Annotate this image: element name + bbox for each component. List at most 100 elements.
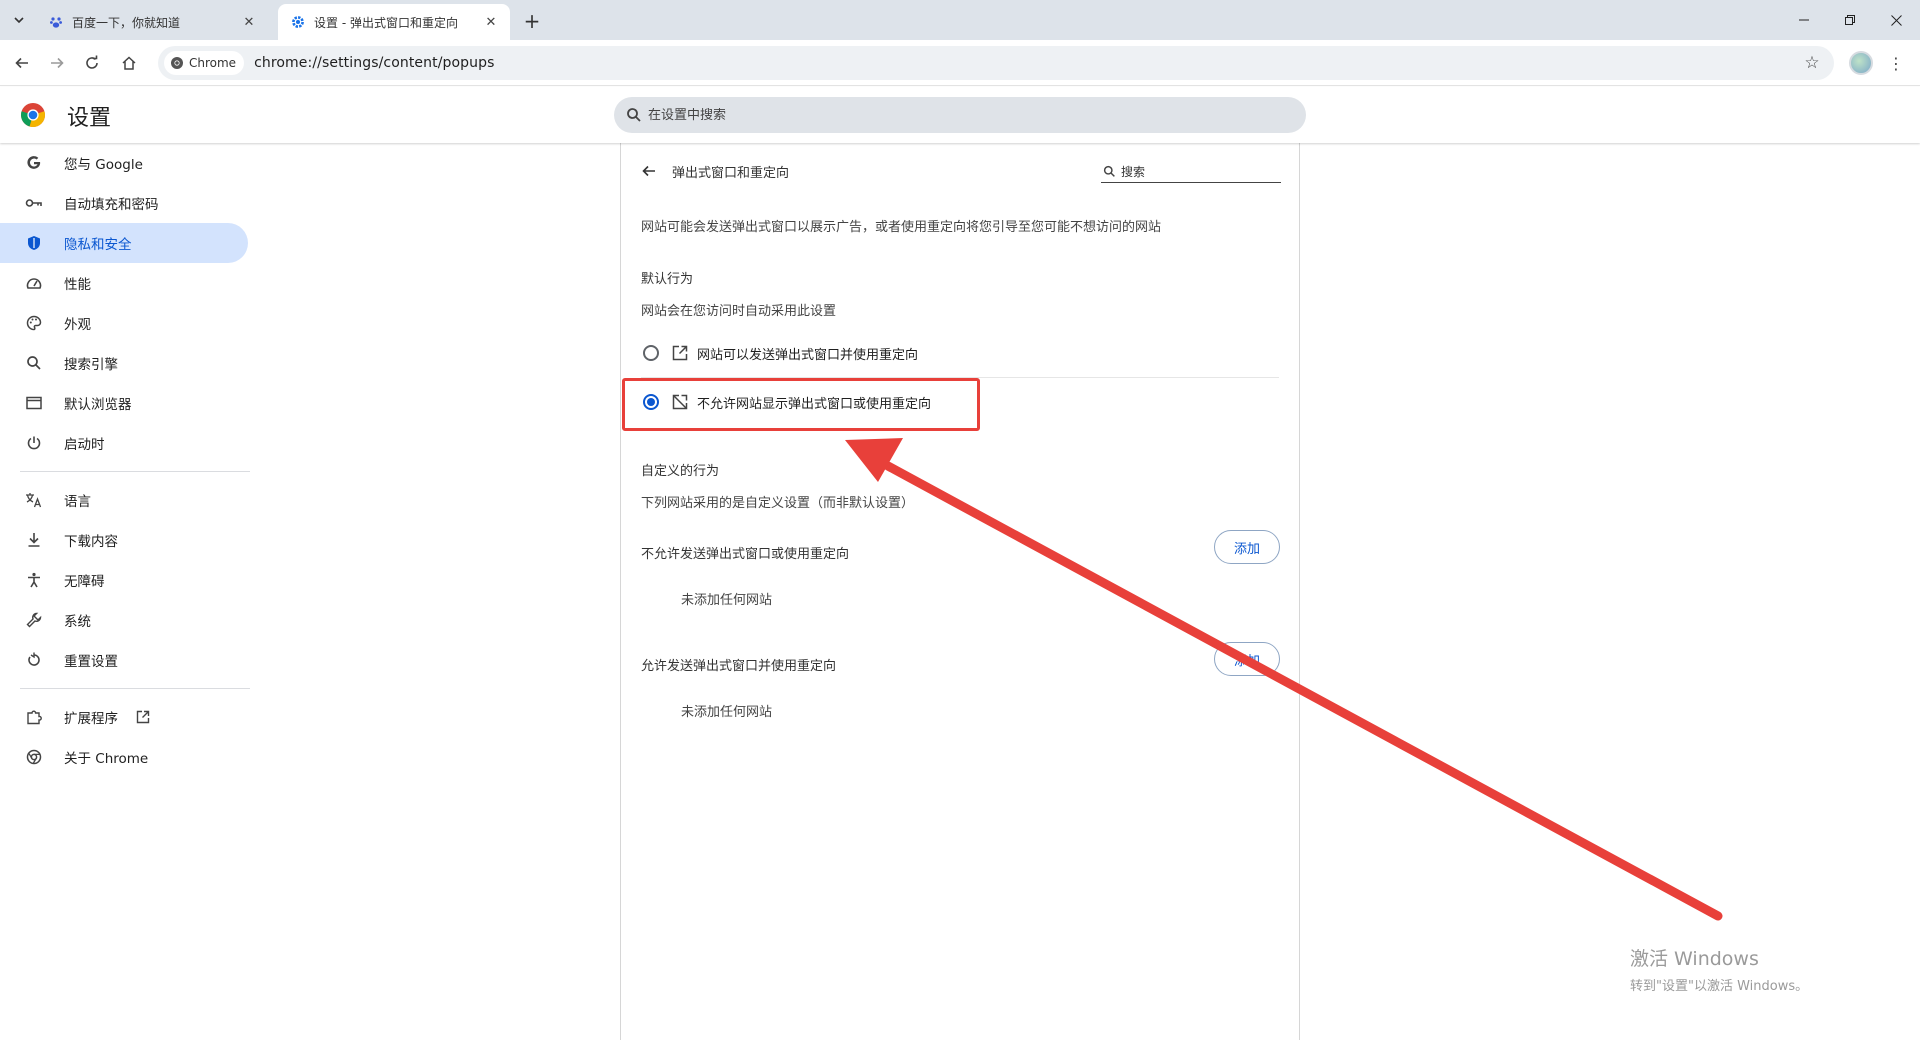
- page-title: 设置: [67, 106, 112, 131]
- sidebar-divider: [20, 688, 250, 689]
- sidebar-item-performance[interactable]: 性能: [0, 263, 248, 303]
- power-icon: [24, 433, 44, 453]
- chrome-icon: [171, 57, 183, 69]
- sidebar-item-search-engine[interactable]: 搜索引擎: [0, 343, 248, 383]
- arrow-right-icon: [51, 57, 64, 69]
- sidebar-item-label: 关于 Chrome: [64, 751, 149, 767]
- minimize-button[interactable]: [1781, 0, 1827, 40]
- sidebar-item-label: 外观: [64, 317, 91, 333]
- settings-search[interactable]: [614, 97, 1306, 133]
- tab-title: 百度一下，你就知道: [72, 15, 181, 30]
- chip-label: Chrome: [189, 56, 237, 70]
- sidebar-item-on-startup[interactable]: 启动时: [0, 423, 248, 463]
- sidebar-item-autofill[interactable]: 自动填充和密码: [0, 183, 248, 223]
- sidebar-item-label: 重置设置: [64, 654, 118, 670]
- sidebar-item-privacy[interactable]: 隐私和安全: [0, 223, 248, 263]
- close-icon[interactable]: ✕: [240, 13, 258, 31]
- sidebar-item-label: 无障碍: [64, 574, 105, 590]
- back-button[interactable]: [637, 159, 661, 183]
- home-button[interactable]: [117, 51, 141, 75]
- restore-icon: [1845, 15, 1855, 25]
- sidebar-item-system[interactable]: 系统: [0, 600, 248, 640]
- palette-icon: [24, 313, 44, 333]
- custom-behavior-subtitle: 下列网站采用的是自定义设置（而非默认设置）: [641, 496, 915, 511]
- open-in-new-icon: [671, 344, 689, 362]
- block-list-empty: 未添加任何网站: [681, 593, 773, 608]
- sidebar-item-label: 您与 Google: [64, 157, 143, 173]
- browser-toolbar: Chrome chrome://settings/content/popups …: [0, 40, 1920, 86]
- sidebar-item-label: 搜索引擎: [64, 357, 118, 373]
- url-text[interactable]: chrome://settings/content/popups: [254, 55, 494, 71]
- address-bar[interactable]: Chrome chrome://settings/content/popups …: [158, 46, 1834, 80]
- subpage-search-input[interactable]: [1121, 164, 1271, 179]
- default-behavior-subtitle: 网站会在您访问时自动采用此设置: [641, 304, 837, 319]
- back-button[interactable]: [10, 51, 34, 75]
- block-list-heading: 不允许发送弹出式窗口或使用重定向: [641, 547, 850, 562]
- wrench-icon: [24, 610, 44, 630]
- search-icon: [627, 108, 641, 122]
- description: 网站可能会发送弹出式窗口以展示广告，或者使用重定向将您引导至您可能不想访问的网站: [641, 220, 1162, 235]
- sidebar-item-about-chrome[interactable]: 关于 Chrome: [0, 737, 248, 777]
- watermark-title: 激活 Windows: [1630, 948, 1759, 970]
- sidebar-item-label: 系统: [64, 614, 91, 630]
- arrow-left-icon: [15, 57, 28, 69]
- site-info-chip[interactable]: Chrome: [164, 51, 245, 75]
- option-allow-popups[interactable]: 网站可以发送弹出式窗口并使用重定向: [641, 331, 1279, 375]
- reload-button[interactable]: [80, 51, 104, 75]
- tab-search-button[interactable]: [6, 8, 32, 32]
- baidu-paw-icon: [48, 14, 64, 30]
- browser-window-icon: [24, 393, 44, 413]
- chrome-icon: [24, 747, 44, 767]
- tab-baidu[interactable]: 百度一下，你就知道 ✕: [36, 4, 268, 40]
- popups-settings-card: 弹出式窗口和重定向 网站可能会发送弹出式窗口以展示广告，或者使用重定向将您引导至…: [620, 143, 1300, 1040]
- download-icon: [24, 530, 44, 550]
- custom-behavior-heading: 自定义的行为: [641, 464, 720, 479]
- sidebar-item-reset[interactable]: 重置设置: [0, 640, 248, 680]
- sidebar-item-you-and-google[interactable]: 您与 Google: [0, 143, 248, 183]
- tab-strip: 百度一下，你就知道 ✕ 设置 - 弹出式窗口和重定向 ✕ +: [0, 0, 1920, 40]
- sidebar-item-label: 自动填充和密码: [64, 197, 159, 213]
- sidebar-item-downloads[interactable]: 下载内容: [0, 520, 248, 560]
- shield-icon: [24, 233, 44, 253]
- sidebar-item-default-browser[interactable]: 默认浏览器: [0, 383, 248, 423]
- settings-search-input[interactable]: [648, 107, 1248, 123]
- close-window-button[interactable]: [1873, 0, 1919, 40]
- add-allow-site-button[interactable]: 添加: [1214, 642, 1280, 676]
- chrome-logo-icon: [21, 103, 45, 127]
- accessibility-icon: [24, 570, 44, 590]
- more-menu-icon[interactable]: ⋮: [1886, 51, 1906, 75]
- windows-activation-watermark: 激活 Windows 转到"设置"以激活 Windows。: [1630, 944, 1808, 994]
- search-icon: [1103, 165, 1115, 177]
- sidebar-item-label: 默认浏览器: [64, 397, 132, 413]
- settings-sidebar: 您与 Google 自动填充和密码 隐私和安全 性能 外观 搜索引擎 默认浏览器…: [0, 143, 252, 777]
- profile-avatar[interactable]: [1849, 51, 1873, 75]
- sidebar-item-appearance[interactable]: 外观: [0, 303, 248, 343]
- bookmark-star-icon[interactable]: ☆: [1800, 51, 1824, 75]
- sidebar-item-label: 隐私和安全: [64, 237, 132, 253]
- restore-button[interactable]: [1827, 0, 1873, 40]
- new-tab-button[interactable]: +: [520, 9, 544, 33]
- home-icon: [122, 56, 136, 70]
- allow-list-heading: 允许发送弹出式窗口并使用重定向: [641, 659, 837, 674]
- sidebar-item-extensions[interactable]: 扩展程序: [0, 697, 248, 737]
- subpage-search[interactable]: [1101, 161, 1281, 183]
- forward-button[interactable]: [45, 51, 69, 75]
- radio-button[interactable]: [643, 345, 659, 361]
- close-icon: [1890, 14, 1902, 26]
- subpage-title: 弹出式窗口和重定向: [672, 166, 790, 181]
- watermark-subtitle: 转到"设置"以激活 Windows。: [1630, 979, 1809, 994]
- puzzle-icon: [24, 707, 44, 727]
- annotation-highlight-box: [622, 378, 980, 431]
- sidebar-divider: [20, 471, 250, 472]
- google-g-icon: [24, 153, 44, 173]
- search-icon: [24, 353, 44, 373]
- tab-settings[interactable]: 设置 - 弹出式窗口和重定向 ✕: [278, 4, 510, 40]
- gear-icon: [290, 14, 306, 30]
- sidebar-item-label: 扩展程序: [64, 711, 118, 727]
- tab-title: 设置 - 弹出式窗口和重定向: [314, 15, 458, 30]
- sidebar-item-languages[interactable]: 语言: [0, 480, 248, 520]
- add-block-site-button[interactable]: 添加: [1214, 530, 1280, 564]
- allow-list-empty: 未添加任何网站: [681, 705, 773, 720]
- sidebar-item-accessibility[interactable]: 无障碍: [0, 560, 248, 600]
- close-icon[interactable]: ✕: [482, 13, 500, 31]
